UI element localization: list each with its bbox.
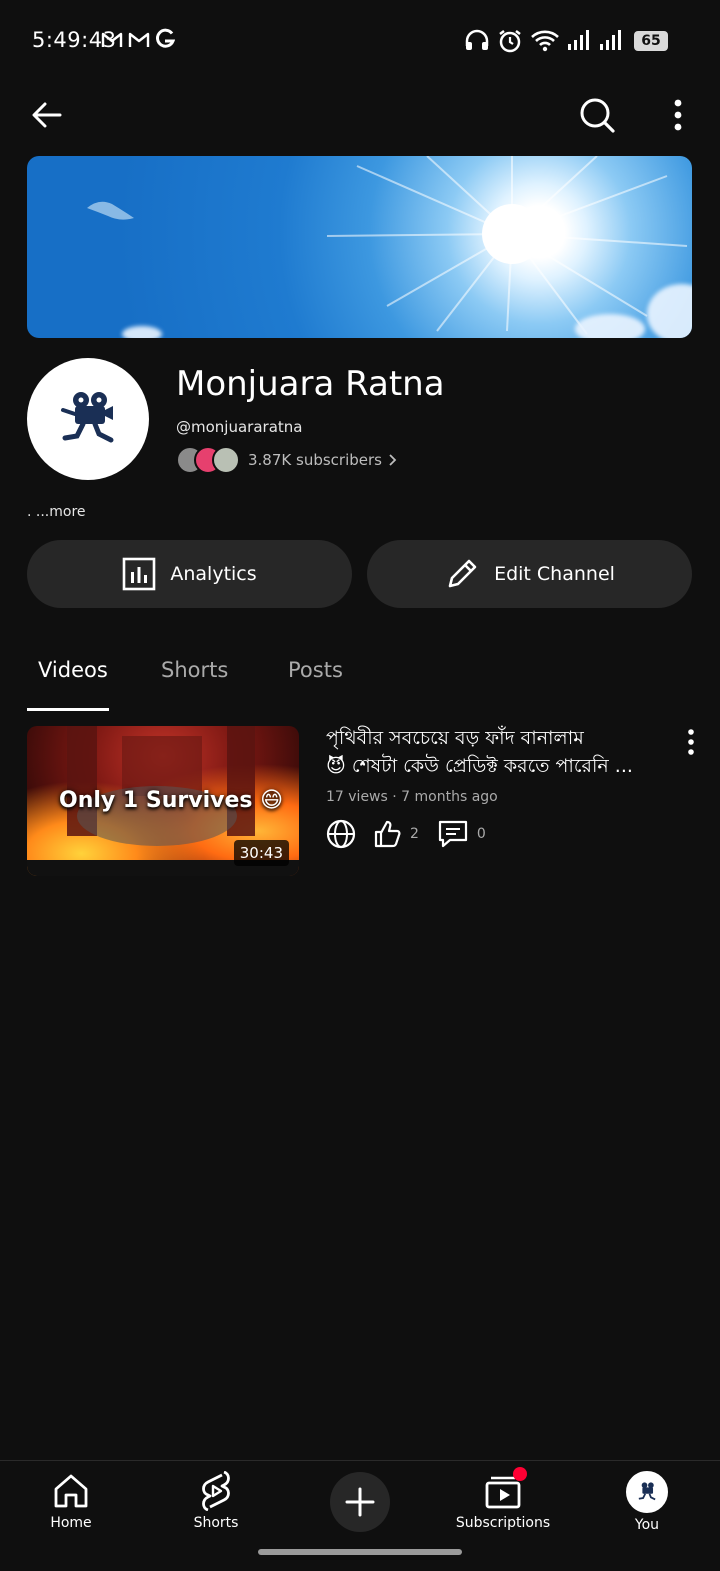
comment-icon xyxy=(438,820,468,848)
edit-channel-button[interactable]: Edit Channel xyxy=(367,540,692,608)
plus-icon xyxy=(345,1487,375,1517)
nav-subscriptions[interactable]: Subscriptions xyxy=(448,1467,558,1531)
nav-you-label: You xyxy=(634,1517,660,1533)
alarm-icon xyxy=(497,28,523,58)
subscribers-row[interactable]: 3.87K subscribers xyxy=(176,446,400,474)
nav-you[interactable]: You xyxy=(592,1471,702,1533)
thumbs-up-icon xyxy=(374,820,401,848)
video-title-line-1: পৃথিবীর সবচেয়ে বড় ফাঁদ বানালাম xyxy=(326,727,584,749)
nav-shorts-label: Shorts xyxy=(193,1515,239,1531)
movie-camera-runner-icon xyxy=(61,392,114,443)
more-vert-icon xyxy=(674,99,682,131)
status-bar: 5:49:43 65 xyxy=(0,0,720,80)
active-tab-indicator xyxy=(27,708,109,711)
signal-icon-2 xyxy=(598,28,624,56)
globe-icon xyxy=(326,819,356,849)
analytics-label: Analytics xyxy=(170,563,257,585)
shorts-icon xyxy=(202,1471,230,1511)
gmail-icon xyxy=(101,30,123,54)
video-meta: 17 views · 7 months ago xyxy=(326,789,498,805)
channel-avatar[interactable] xyxy=(27,358,149,480)
home-indicator xyxy=(258,1549,462,1555)
home-icon xyxy=(54,1474,88,1508)
you-avatar xyxy=(626,1471,668,1513)
subscriber-avatar xyxy=(212,446,240,474)
notification-dot xyxy=(513,1467,527,1481)
wifi-icon xyxy=(530,28,560,56)
pencil-icon xyxy=(448,559,477,588)
video-title[interactable]: পৃথিবীর সবচেয়ে বড় ফাঁদ বানালাম 😈 শেষটা… xyxy=(326,724,664,780)
subscriber-count: 3.87K subscribers xyxy=(248,451,382,469)
channel-banner[interactable] xyxy=(27,156,692,338)
back-button[interactable] xyxy=(22,90,72,140)
analytics-button[interactable]: Analytics xyxy=(27,540,352,608)
channel-name: Monjuara Ratna xyxy=(176,364,445,404)
more-options-button[interactable] xyxy=(656,90,700,140)
nav-subscriptions-label: Subscriptions xyxy=(455,1515,551,1531)
video-more-button[interactable] xyxy=(676,726,706,758)
tab-videos[interactable]: Videos xyxy=(38,658,108,682)
comment-count: 0 xyxy=(476,826,486,842)
like-count: 2 xyxy=(410,826,419,842)
gmail-icon xyxy=(128,30,150,54)
sun-rays-art xyxy=(87,156,688,335)
edit-channel-label: Edit Channel xyxy=(494,563,615,585)
video-stats: 2 0 xyxy=(326,818,486,850)
create-button[interactable] xyxy=(330,1472,390,1532)
nav-shorts[interactable]: Shorts xyxy=(161,1471,271,1531)
search-button[interactable] xyxy=(572,90,622,140)
analytics-icon xyxy=(123,557,156,591)
video-thumbnail[interactable]: Only 1 Survives 😄 30:43 xyxy=(27,726,299,876)
search-icon xyxy=(580,98,615,133)
movie-camera-runner-icon xyxy=(638,1482,656,1501)
more-vert-icon xyxy=(688,729,694,755)
tab-shorts[interactable]: Shorts xyxy=(161,658,228,682)
google-icon xyxy=(155,28,176,55)
arrow-left-icon xyxy=(32,102,62,128)
headphones-icon xyxy=(464,28,490,56)
video-title-line-2: 😈 শেষটা কেউ প্রেডিক্ট করতে পারেনি ... xyxy=(326,755,633,777)
signal-icon xyxy=(566,28,592,56)
description-more-link[interactable]: . ...more xyxy=(27,504,86,520)
thumbnail-text: Only 1 Survives 😄 xyxy=(59,788,284,813)
nav-home[interactable]: Home xyxy=(16,1471,126,1531)
channel-handle: @monjuararatna xyxy=(176,418,303,436)
tab-posts[interactable]: Posts xyxy=(288,658,343,682)
video-duration: 30:43 xyxy=(233,840,289,866)
chevron-right-icon xyxy=(389,454,397,466)
battery-indicator: 65 xyxy=(634,31,668,51)
nav-home-label: Home xyxy=(50,1515,92,1531)
